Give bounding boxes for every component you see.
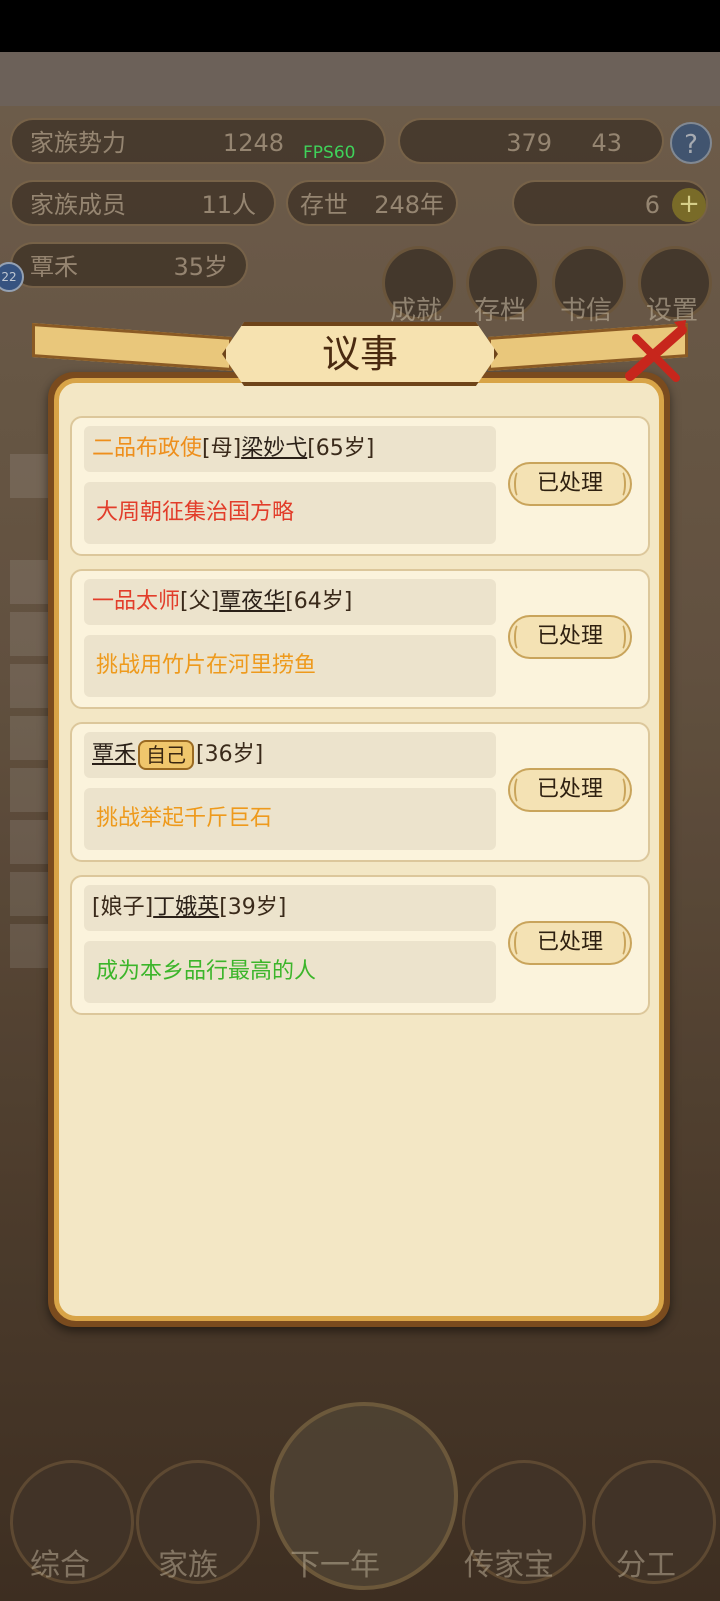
person-age: [36岁] [196,742,264,767]
person-age: [39岁] [219,895,287,920]
rank-text: 一品太师 [92,589,181,614]
person-name[interactable]: 覃禾 [92,742,136,767]
relation-text: [母] [202,436,242,461]
task-text: 挑战举起千斤巨石 [84,788,496,850]
task-text: 成为本乡品行最高的人 [84,941,496,1003]
person-info: [娘子]丁娥英[39岁] [84,885,496,931]
relation-text: [娘子] [92,895,154,920]
self-badge: 自己 [138,740,195,770]
task-text: 挑战用竹片在河里捞鱼 [84,635,496,697]
status-bar [0,0,720,52]
person-age: [64岁] [285,589,353,614]
person-name[interactable]: 梁妙弋 [241,436,307,461]
person-info: 覃禾 自己 [36岁] [84,732,496,778]
person-name[interactable]: 覃夜华 [219,589,285,614]
processed-button[interactable]: 已处理 [508,462,632,506]
fps-counter: FPS60 [303,143,356,163]
person-info: 二品布政使[母]梁妙弋[65岁] [84,426,496,472]
processed-button[interactable]: 已处理 [508,615,632,659]
person-info: 一品太师[父]覃夜华[64岁] [84,579,496,625]
rank-text: 二品布政使 [92,436,203,461]
processed-button[interactable]: 已处理 [508,768,632,812]
person-age: [65岁] [307,436,375,461]
task-text: 大周朝征集治国方略 [84,482,496,544]
person-name[interactable]: 丁娥英 [153,895,219,920]
dialog-title: 议事 [321,332,398,376]
council-item: 覃禾 自己 [36岁] 挑战举起千斤巨石 已处理 [70,722,650,862]
council-item: [娘子]丁娥英[39岁] 成为本乡品行最高的人 已处理 [70,875,650,1015]
council-item: 二品布政使[母]梁妙弋[65岁] 大周朝征集治国方略 已处理 [70,416,650,556]
close-icon[interactable] [622,318,690,388]
relation-text: [父] [180,589,220,614]
processed-button[interactable]: 已处理 [508,921,632,965]
council-item: 一品太师[父]覃夜华[64岁] 挑战用竹片在河里捞鱼 已处理 [70,569,650,709]
